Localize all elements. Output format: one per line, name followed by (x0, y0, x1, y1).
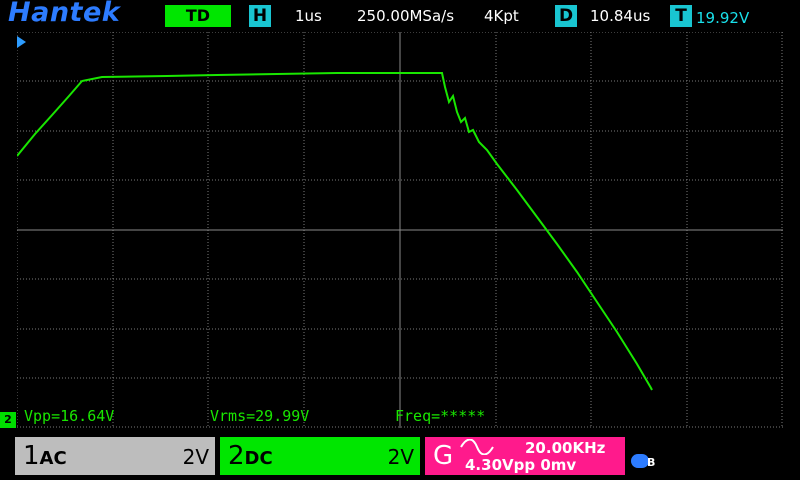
top-status-bar: Hantek TD H 1us 250.00MSa/s 4Kpt D 10.84… (0, 0, 800, 32)
grid (17, 32, 783, 428)
channel-2-scale: 2V (387, 445, 414, 469)
generator-label: G (433, 441, 454, 471)
sine-wave-icon (460, 439, 494, 455)
memory-depth-value: 4Kpt (484, 7, 519, 25)
freq-measurement: Freq=***** (395, 407, 486, 425)
generator-frequency: 20.00KHz (525, 439, 606, 457)
channel-2-level-marker[interactable]: 2 (0, 412, 16, 428)
channel-1-scale: 2V (182, 445, 209, 469)
trigger-position-icon[interactable] (17, 36, 26, 48)
timebase-value: 1us (295, 7, 322, 25)
channel-2-panel[interactable]: 2DC 2V (220, 437, 420, 475)
brand-logo: Hantek (8, 0, 121, 28)
delay-tag[interactable]: D (555, 5, 577, 27)
trigger-level-value: 19.92V (696, 9, 750, 27)
channel-1-number: 1AC (23, 441, 67, 471)
channel-2-number: 2DC (228, 441, 273, 471)
sample-rate-value: 250.00MSa/s (357, 7, 455, 25)
channel-1-panel[interactable]: 1AC 2V (15, 437, 215, 475)
generator-panel[interactable]: G 20.00KHz 4.30Vpp 0mv (425, 437, 625, 475)
delay-value: 10.84us (590, 7, 651, 25)
status-indicator-icon: B (631, 454, 655, 469)
vpp-measurement: Vpp=16.64V (24, 407, 115, 425)
generator-amplitude-offset: 4.30Vpp 0mv (465, 456, 577, 474)
trigger-tag[interactable]: T (670, 5, 692, 27)
vrms-measurement: Vrms=29.99V (210, 407, 310, 425)
horizontal-tag[interactable]: H (249, 5, 271, 27)
waveform-screen[interactable] (17, 32, 783, 428)
svg-text:B: B (647, 456, 655, 469)
channel-2-trace (17, 72, 653, 391)
run-mode-button[interactable]: TD (165, 5, 231, 27)
